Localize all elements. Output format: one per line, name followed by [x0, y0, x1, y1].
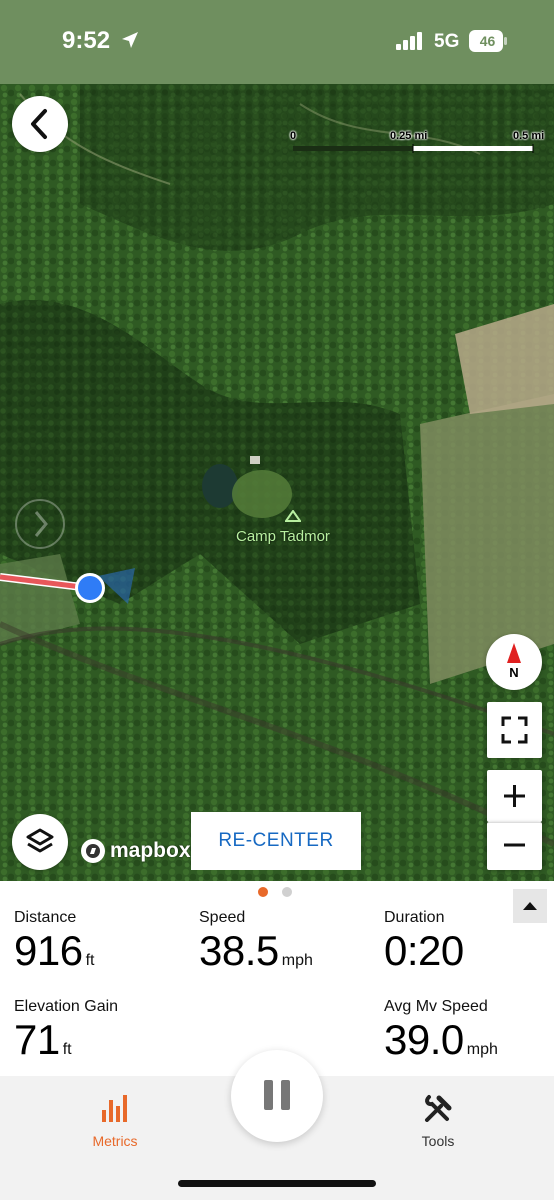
tab-label: Tools: [421, 1133, 455, 1149]
collapse-panel-button[interactable]: [513, 889, 547, 923]
metric-unit: mph: [281, 952, 313, 969]
minus-icon: [504, 843, 525, 847]
tab-tools[interactable]: Tools: [393, 1094, 483, 1149]
metric-value: 0:20: [384, 927, 464, 974]
compass-north-label: N: [509, 665, 519, 680]
map-scale-bar: 0 0.25 mi 0.5 mi: [290, 130, 550, 158]
scale-label-end: 0.5 mi: [513, 130, 545, 142]
fullscreen-button[interactable]: [487, 702, 542, 758]
pause-button[interactable]: [231, 1050, 323, 1142]
metric-label: Distance: [14, 909, 77, 926]
location-arrow-icon: [122, 32, 138, 48]
scale-label-mid: 0.25 mi: [390, 130, 428, 142]
mapbox-wordmark: mapbox: [110, 839, 191, 862]
chevron-left-icon: [31, 109, 47, 139]
metric-elevation-gain: Elevation Gain 71 ft: [14, 998, 118, 1064]
recenter-button[interactable]: RE-CENTER: [191, 812, 361, 870]
metric-label: Avg Mv Speed: [384, 998, 488, 1015]
caret-up-icon: [523, 902, 537, 910]
battery-level: 46: [479, 33, 496, 49]
fullscreen-icon: [501, 716, 528, 744]
triangle-icon: [285, 510, 301, 522]
metrics-panel: Distance 916 ft Speed 38.5 mph Duration 0:…: [0, 881, 554, 1076]
metric-value: 71: [14, 1016, 60, 1063]
metric-value: 38.5: [199, 927, 279, 974]
back-button[interactable]: [12, 96, 68, 152]
metric-unit: mph: [466, 1041, 498, 1058]
signal-icon: [396, 32, 422, 50]
zoom-out-button[interactable]: [487, 822, 542, 870]
metric-value: 39.0: [384, 1016, 464, 1063]
layers-icon: [26, 828, 54, 853]
scale-bar-line: [293, 144, 534, 153]
mapbox-logo-icon: [81, 839, 105, 863]
status-time: 9:52: [62, 27, 111, 54]
metric-distance: Distance 916 ft: [14, 909, 94, 975]
metric-label: Speed: [199, 909, 246, 926]
bar-chart-icon: [102, 1095, 127, 1122]
home-indicator[interactable]: [178, 1180, 376, 1187]
metric-duration: Duration 0:20: [384, 909, 464, 975]
network-type: 5G: [434, 31, 460, 52]
tools-icon: [425, 1095, 452, 1122]
metric-label: Elevation Gain: [14, 998, 119, 1015]
page-dot[interactable]: [282, 887, 292, 897]
satellite-imagery: [0, 84, 554, 881]
page-dot-active[interactable]: [258, 887, 268, 897]
mapbox-attribution[interactable]: mapbox: [80, 838, 191, 864]
compass-needle-icon: [507, 643, 521, 663]
map-layers-button[interactable]: [12, 814, 68, 870]
status-bar: 9:52 5G 46: [0, 0, 554, 84]
metric-unit: ft: [62, 1041, 72, 1058]
map-view[interactable]: [0, 84, 554, 881]
metric-value: 916: [14, 927, 83, 974]
compass-button[interactable]: N: [486, 634, 542, 690]
metric-unit: ft: [85, 952, 95, 969]
tab-label: Metrics: [92, 1133, 138, 1149]
metric-avg-moving-speed: Avg Mv Speed 39.0 mph: [384, 998, 498, 1064]
zoom-in-button[interactable]: [487, 770, 542, 822]
tracking-screen: 9:52 5G 46 0 0.25 mi 0.5 mi Camp Tadmor …: [0, 0, 554, 1200]
metric-label: Duration: [384, 909, 445, 926]
metric-speed: Speed 38.5 mph: [199, 909, 313, 975]
tab-metrics[interactable]: Metrics: [70, 1094, 160, 1149]
pause-icon: [264, 1080, 290, 1110]
poi-label[interactable]: Camp Tadmor: [236, 528, 330, 545]
plus-icon: [504, 785, 525, 807]
page-indicator[interactable]: [258, 887, 292, 897]
scale-label-zero: 0: [290, 130, 297, 142]
